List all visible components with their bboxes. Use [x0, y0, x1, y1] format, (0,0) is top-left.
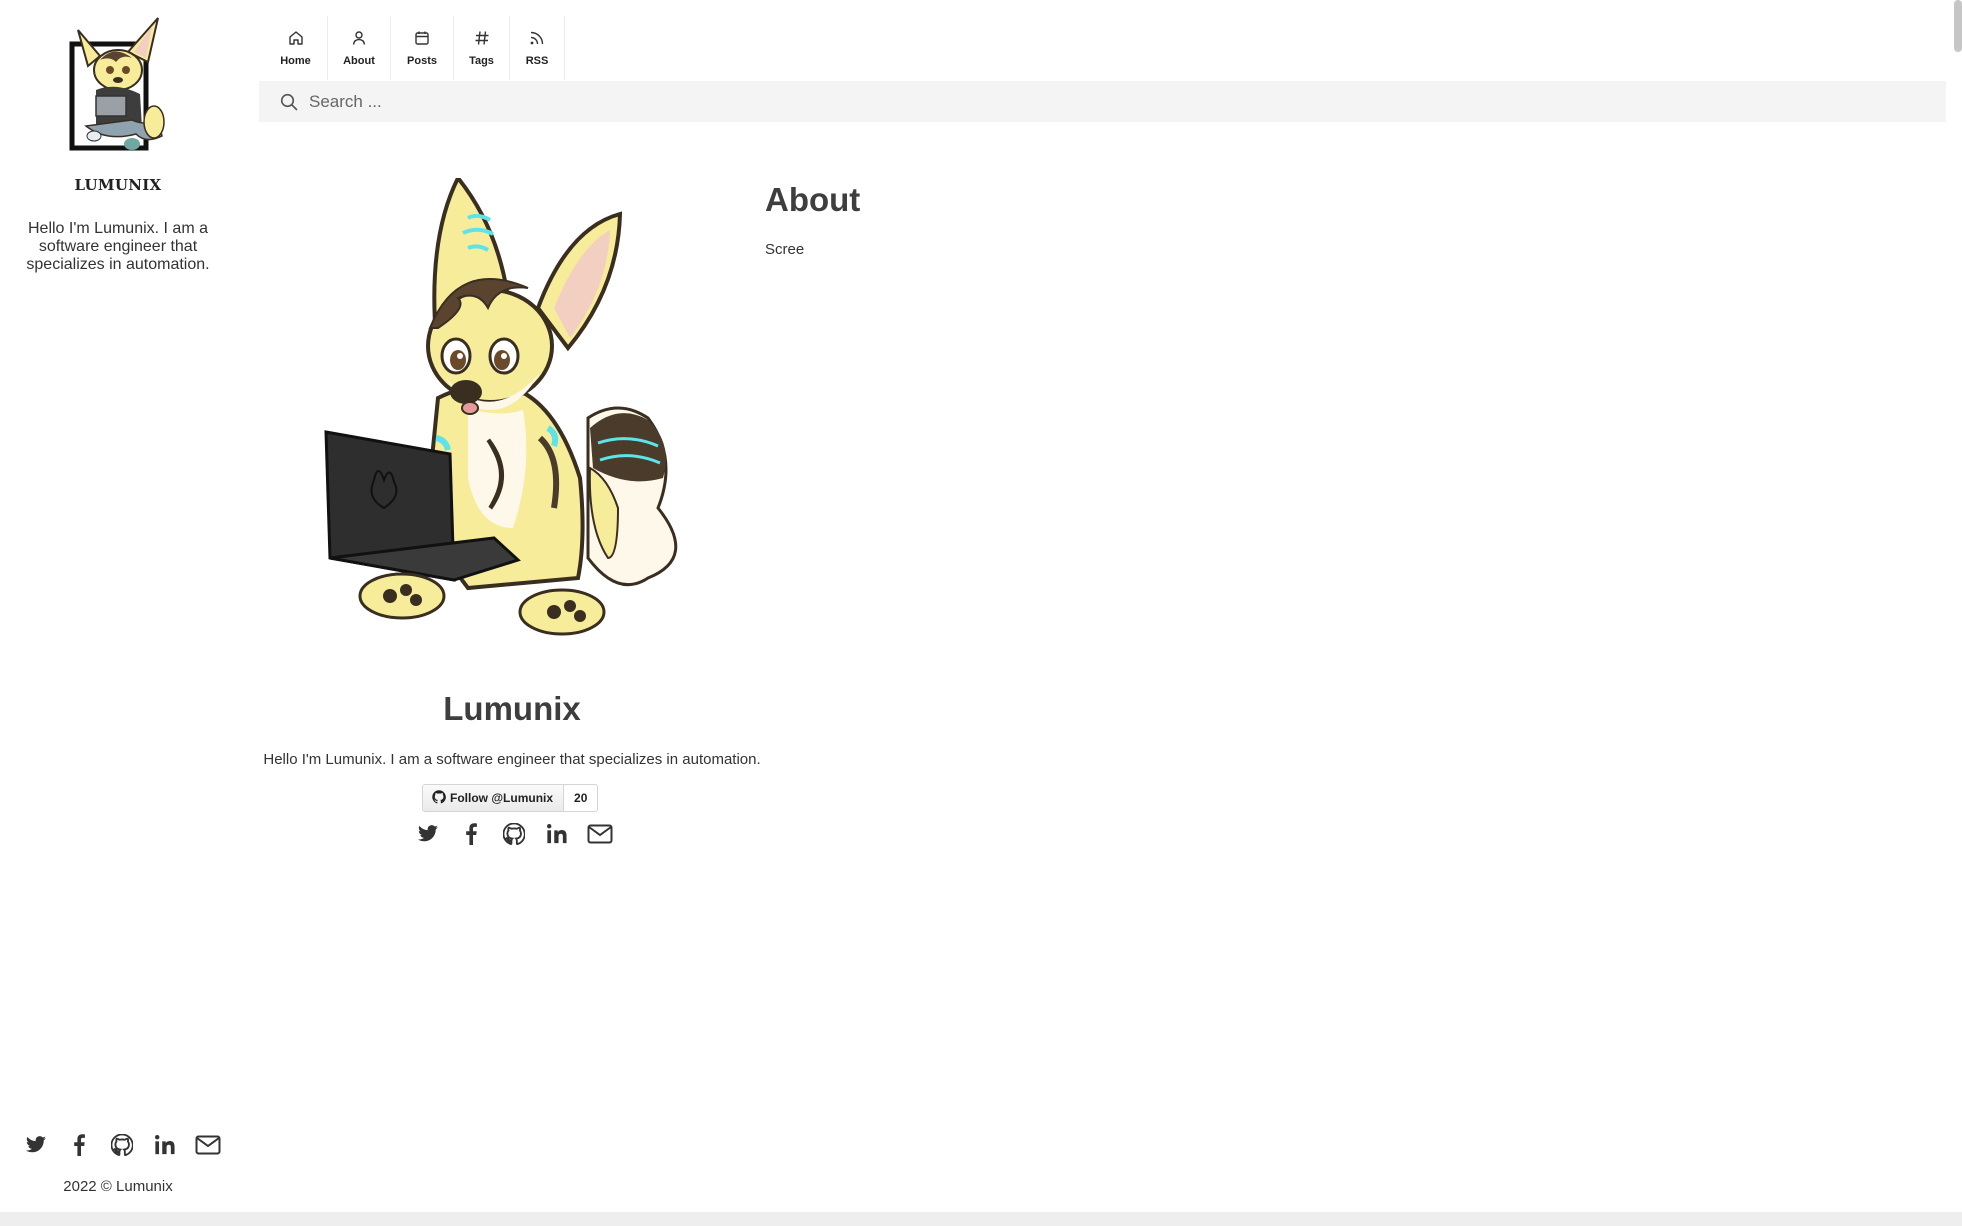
- profile-image: [318, 174, 702, 640]
- sidebar-social-links: [14, 1130, 229, 1160]
- search-bar: [259, 81, 1946, 122]
- bottom-edge: [0, 1212, 1962, 1226]
- nav-label: Posts: [407, 54, 437, 67]
- nav-item-home[interactable]: Home: [264, 16, 328, 80]
- profile-bio: Hello I'm Lumunix. I am a software engin…: [263, 751, 761, 768]
- search-icon: [279, 92, 299, 112]
- home-icon: [288, 30, 304, 51]
- twitter-icon[interactable]: [14, 1130, 57, 1160]
- profile-name: Lumunix: [443, 690, 581, 727]
- page-title: About: [765, 181, 861, 218]
- top-nav: Home About Posts Tags RSS: [264, 16, 565, 80]
- github-follow-button[interactable]: Follow @Lumunix: [422, 784, 565, 812]
- twitter-icon[interactable]: [406, 818, 449, 850]
- github-follow-count[interactable]: 20: [564, 784, 599, 812]
- user-icon: [351, 30, 367, 51]
- sidebar-avatar[interactable]: [66, 16, 170, 156]
- facebook-icon[interactable]: [57, 1130, 100, 1160]
- nav-label: About: [343, 54, 375, 67]
- rss-icon: [529, 30, 545, 51]
- mail-icon[interactable]: [186, 1130, 229, 1160]
- nav-item-about[interactable]: About: [328, 16, 391, 80]
- facebook-icon[interactable]: [449, 818, 492, 850]
- github-icon: [432, 789, 446, 807]
- nav-item-posts[interactable]: Posts: [391, 16, 454, 80]
- nav-item-tags[interactable]: Tags: [454, 16, 510, 80]
- sidebar-bio: Hello I'm Lumunix. I am a software engin…: [26, 220, 210, 273]
- github-follow-label: Follow @Lumunix: [450, 791, 554, 805]
- mail-icon[interactable]: [578, 818, 621, 850]
- nav-item-rss[interactable]: RSS: [510, 16, 565, 80]
- github-follow-widget: Follow @Lumunix 20: [422, 784, 599, 812]
- linkedin-icon[interactable]: [143, 1130, 186, 1160]
- sidebar: LUMUNIX Hello I'm Lumunix. I am a softwa…: [0, 0, 236, 1226]
- about-text: Scree: [765, 241, 805, 258]
- nav-label: RSS: [525, 54, 549, 67]
- profile-social-links: [406, 818, 621, 850]
- nav-label: Home: [280, 54, 311, 67]
- github-icon[interactable]: [100, 1130, 143, 1160]
- calendar-icon: [414, 30, 430, 51]
- search-input[interactable]: [309, 91, 1909, 112]
- scrollbar-thumb[interactable]: [1954, 0, 1962, 52]
- linkedin-icon[interactable]: [535, 818, 578, 850]
- github-icon[interactable]: [492, 818, 535, 850]
- nav-label: Tags: [469, 54, 494, 67]
- site-name[interactable]: LUMUNIX: [0, 176, 236, 194]
- hash-icon: [474, 30, 490, 51]
- footer-copyright: 2022 © Lumunix: [63, 1178, 173, 1195]
